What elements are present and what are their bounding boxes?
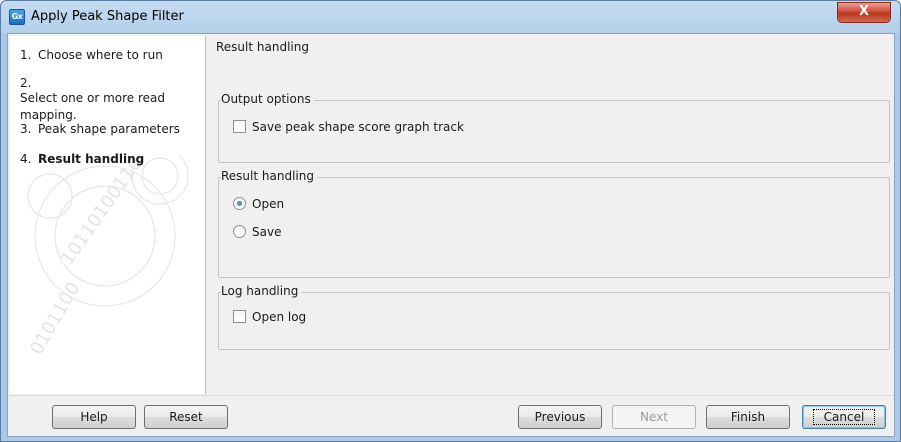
close-button[interactable]: X — [837, 2, 891, 23]
page-title: Result handling — [216, 40, 309, 54]
open-radio[interactable]: Open — [233, 197, 284, 211]
result-handling-group: Result handling Open Save — [218, 169, 890, 278]
svg-text:0101100: 0101100 — [26, 279, 84, 359]
radio-unselected-icon[interactable] — [233, 225, 246, 238]
step-3: 3. Peak shape parameters — [20, 122, 198, 136]
finish-button[interactable]: Finish — [706, 405, 790, 429]
cancel-button[interactable]: Cancel — [802, 405, 886, 429]
dialog-body: 10110100110 0101100 1. Choose where to ru… — [7, 33, 895, 437]
radio-selected-icon[interactable] — [233, 197, 246, 210]
save-radio-label: Save — [252, 225, 282, 239]
step-1: 1. Choose where to run — [20, 48, 198, 62]
next-button[interactable]: Next — [612, 405, 696, 429]
checkbox-box[interactable] — [233, 120, 246, 133]
cancel-button-label: Cancel — [812, 409, 876, 425]
result-handling-panel: Result handling Output options Save peak… — [208, 36, 894, 394]
result-handling-title: Result handling — [221, 169, 317, 183]
footer-divider — [8, 395, 894, 396]
output-options-group: Output options Save peak shape score gra… — [218, 92, 890, 163]
wizard-steps-panel: 10110100110 0101100 1. Choose where to ru… — [10, 36, 206, 394]
open-log-label: Open log — [252, 310, 307, 324]
watermark-logo-icon: 10110100110 0101100 — [26, 156, 189, 359]
save-graph-track-label: Save peak shape score graph track — [252, 120, 464, 134]
save-radio[interactable]: Save — [233, 225, 281, 239]
step-1-label: Choose where to run — [38, 48, 163, 62]
app-icon: Gx — [9, 9, 25, 25]
open-log-checkbox[interactable]: Open log — [233, 310, 306, 324]
reset-button[interactable]: Reset — [144, 405, 228, 429]
log-handling-title: Log handling — [221, 284, 302, 298]
previous-button[interactable]: Previous — [518, 405, 602, 429]
checkbox-box[interactable] — [233, 310, 246, 323]
help-button[interactable]: Help — [52, 405, 136, 429]
step-4-active: 4. Result handling — [20, 152, 198, 166]
step-3-label: Peak shape parameters — [38, 122, 180, 136]
step-2: 2.Select one or more read mapping. — [20, 76, 205, 124]
svg-text:10110100110: 10110100110 — [57, 156, 146, 269]
dialog-window: Gx Apply Peak Shape Filter X 10110100110… — [0, 0, 901, 442]
title-bar[interactable]: Gx Apply Peak Shape Filter X — [1, 1, 900, 33]
output-options-title: Output options — [221, 92, 314, 106]
open-radio-label: Open — [252, 197, 285, 211]
window-title: Apply Peak Shape Filter — [31, 9, 184, 24]
log-handling-group: Log handling Open log — [218, 284, 890, 350]
save-graph-track-checkbox[interactable]: Save peak shape score graph track — [233, 120, 464, 134]
step-4-label: Result handling — [38, 152, 145, 166]
step-2-label: Select one or more read mapping. — [20, 91, 165, 122]
